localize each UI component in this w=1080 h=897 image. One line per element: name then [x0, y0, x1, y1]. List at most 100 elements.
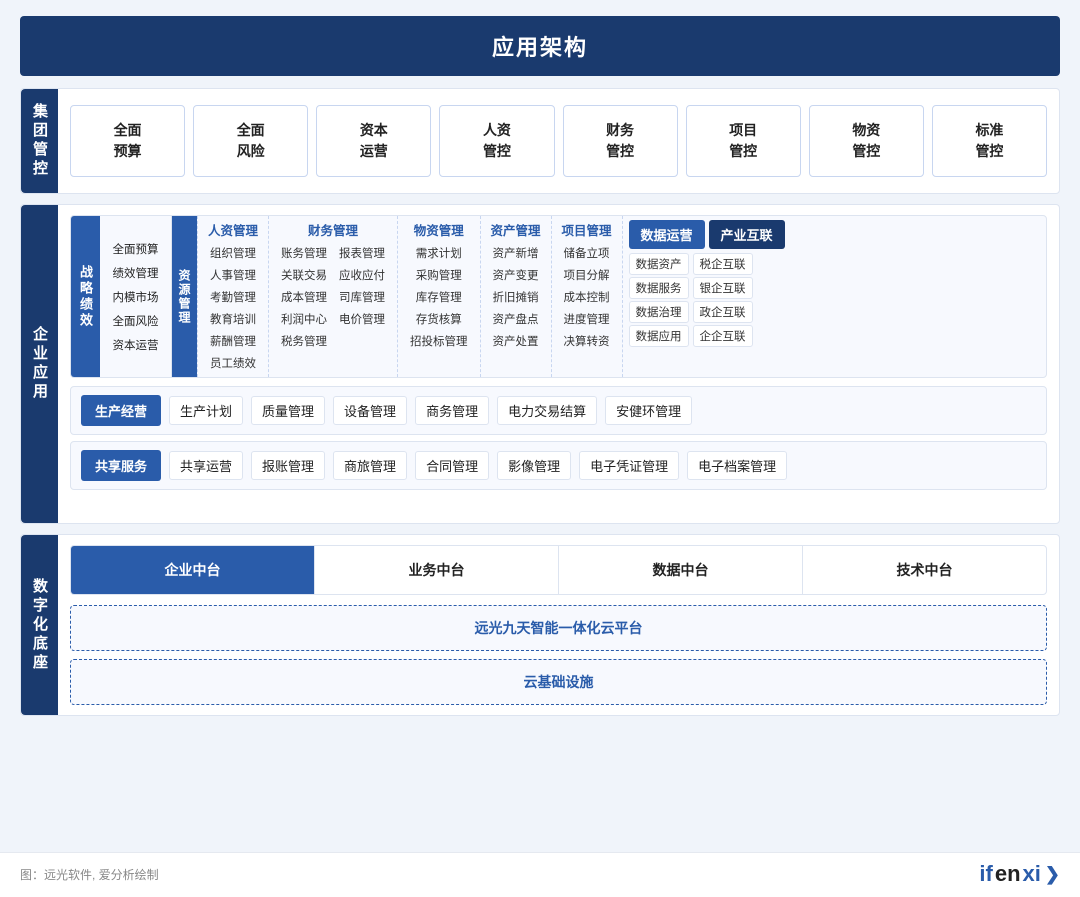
- wuzi-module: 物资管理 需求计划 采购管理 库存管理 存货核算 招投标管理: [398, 216, 481, 377]
- list-item: 合同管理: [415, 451, 489, 480]
- jituan-grid: 全面预算 全面风险 资本运营 人资管控 财务管控 项目管控 物资管控 标准管控: [70, 99, 1047, 183]
- list-item: 储备立项: [560, 243, 614, 263]
- platform-item: 技术中台: [802, 546, 1046, 594]
- list-item: 折旧摊销: [489, 287, 543, 307]
- list-item: 考勤管理: [206, 287, 260, 307]
- digital-label: 数字化底座: [21, 535, 58, 715]
- cloud-platform-text: 远光九天智能一体化云平台: [475, 620, 643, 636]
- production-label: 生产经营: [81, 395, 161, 426]
- digital-content: 企业中台 业务中台 数据中台 技术中台 远光九天智能一体化云平台 云基础设施: [58, 535, 1059, 715]
- list-item: 影像管理: [497, 451, 571, 480]
- list-item: 设备管理: [333, 396, 407, 425]
- platform-item: 企业中台: [71, 546, 314, 594]
- list-item: 质量管理: [251, 396, 325, 425]
- ziyuan-label: 资源管理: [172, 216, 197, 377]
- list-item: 商旅管理: [333, 451, 407, 480]
- list-item: 电价管理: [335, 309, 389, 329]
- list-item: 项目分解: [560, 265, 614, 285]
- qiye-content: 战略绩效 全面预算 绩效管理 内模市场 全面风险 资本运营 资源管理 人资管理 …: [58, 205, 1059, 523]
- list-item: 商务管理: [415, 396, 489, 425]
- jituan-item: 物资管控: [809, 105, 924, 177]
- list-item: 司库管理: [335, 287, 389, 307]
- list-item: 成本控制: [560, 287, 614, 307]
- list-item: 组织管理: [206, 243, 260, 263]
- qiye-label: 企业应用: [21, 205, 58, 523]
- jituan-item: 标准管控: [932, 105, 1047, 177]
- digital-section: 数字化底座 企业中台 业务中台 数据中台 技术中台 远光九天智能一体化云平台 云…: [20, 534, 1060, 716]
- list-item: 数据服务: [629, 277, 689, 299]
- jituan-item: 人资管控: [439, 105, 554, 177]
- footer-logo: ifenxi❯: [979, 861, 1060, 887]
- finance-items: 账务管理 关联交易 成本管理 利润中心 税务管理 报表管理 应收应付 司库管理 …: [277, 243, 389, 351]
- list-item: 资产新增: [489, 243, 543, 263]
- list-item: 报表管理: [335, 243, 389, 263]
- list-item: 利润中心: [277, 309, 331, 329]
- jituan-label: 集团管控: [21, 89, 58, 193]
- platform-row: 企业中台 业务中台 数据中台 技术中台: [70, 545, 1047, 595]
- finance-module: 财务管理 账务管理 关联交易 成本管理 利润中心 税务管理 报表管理 应收应付: [269, 216, 398, 377]
- list-item: 成本管理: [277, 287, 331, 307]
- list-item: 生产计划: [169, 396, 243, 425]
- industry-items: 税企互联 银企互联 政企互联 企企互联: [693, 253, 753, 375]
- hr-items: 组织管理 人事管理 考勤管理 教育培训 薪酬管理 员工绩效: [206, 243, 260, 373]
- jituan-item: 资本运营: [316, 105, 431, 177]
- jituan-item: 全面预算: [70, 105, 185, 177]
- list-item: 员工绩效: [206, 353, 260, 373]
- logo-arrow-icon: ❯: [1045, 864, 1060, 885]
- zhanlue-items: 全面预算 绩效管理 内模市场 全面风险 资本运营: [100, 216, 172, 377]
- list-item: 银企互联: [693, 277, 753, 299]
- list-item: 电力交易结算: [497, 396, 597, 425]
- jituan-item: 全面风险: [193, 105, 308, 177]
- list-item: 安健环管理: [605, 396, 692, 425]
- logo-text2: en: [995, 861, 1021, 887]
- asset-title: 资产管理: [489, 220, 543, 239]
- list-item: 全面预算: [106, 238, 165, 260]
- list-item: 政企互联: [693, 301, 753, 323]
- jituan-section: 集团管控 全面预算 全面风险 资本运营 人资管控 财务管控 项目管控 物资管控 …: [20, 88, 1060, 194]
- wuzi-title: 物资管理: [406, 220, 472, 239]
- hr-title: 人资管理: [206, 220, 260, 239]
- list-item: 资产处置: [489, 331, 543, 351]
- list-item: 人事管理: [206, 265, 260, 285]
- page-title: 应用架构: [20, 16, 1060, 76]
- finance-title: 财务管理: [277, 220, 389, 239]
- list-item: 需求计划: [406, 243, 472, 263]
- list-item: 数据治理: [629, 301, 689, 323]
- data-items: 数据资产 数据服务 数据治理 数据应用: [629, 253, 689, 375]
- list-item: 报账管理: [251, 451, 325, 480]
- hr-module: 人资管理 组织管理 人事管理 考勤管理 教育培训 薪酬管理 员工绩效: [198, 216, 269, 377]
- list-item: 数据应用: [629, 325, 689, 347]
- project-module: 项目管理 储备立项 项目分解 成本控制 进度管理 决算转资: [552, 216, 623, 377]
- list-item: 税务管理: [277, 331, 331, 351]
- cloud-infra-text: 云基础设施: [524, 674, 594, 690]
- cloud-infra: 云基础设施: [70, 659, 1047, 705]
- list-item: 采购管理: [406, 265, 472, 285]
- platform-item: 数据中台: [558, 546, 802, 594]
- list-item: 教育培训: [206, 309, 260, 329]
- list-item: 内模市场: [106, 286, 165, 308]
- list-item: 库存管理: [406, 287, 472, 307]
- list-item: 进度管理: [560, 309, 614, 329]
- shared-label: 共享服务: [81, 450, 161, 481]
- qiye-section: 企业应用 战略绩效 全面预算 绩效管理 内模市场 全面风险 资本运营 资源管理: [20, 204, 1060, 524]
- list-item: 全面风险: [106, 310, 165, 332]
- list-item: 电子档案管理: [687, 451, 787, 480]
- production-row: 生产经营 生产计划 质量管理 设备管理 商务管理 电力交易结算 安健环管理: [70, 386, 1047, 435]
- list-item: 税企互联: [693, 253, 753, 275]
- jituan-content: 全面预算 全面风险 资本运营 人资管控 财务管控 项目管控 物资管控 标准管控: [58, 89, 1059, 193]
- list-item: 资产变更: [489, 265, 543, 285]
- list-item: 数据资产: [629, 253, 689, 275]
- list-item: 决算转资: [560, 331, 614, 351]
- list-item: 绩效管理: [106, 262, 165, 284]
- shared-row: 共享服务 共享运营 报账管理 商旅管理 合同管理 影像管理 电子凭证管理 电子档…: [70, 441, 1047, 490]
- industry-module-title: 产业互联: [709, 220, 785, 249]
- list-item: 电子凭证管理: [579, 451, 679, 480]
- footer: 图：远光软件, 爱分析绘制 ifenxi❯: [0, 852, 1080, 897]
- project-title: 项目管理: [560, 220, 614, 239]
- list-item: 薪酬管理: [206, 331, 260, 351]
- logo-text: if: [979, 861, 992, 887]
- list-item: 招投标管理: [406, 331, 472, 351]
- data-module-title: 数据运营: [629, 220, 705, 249]
- list-item: 共享运营: [169, 451, 243, 480]
- cloud-platform: 远光九天智能一体化云平台: [70, 605, 1047, 651]
